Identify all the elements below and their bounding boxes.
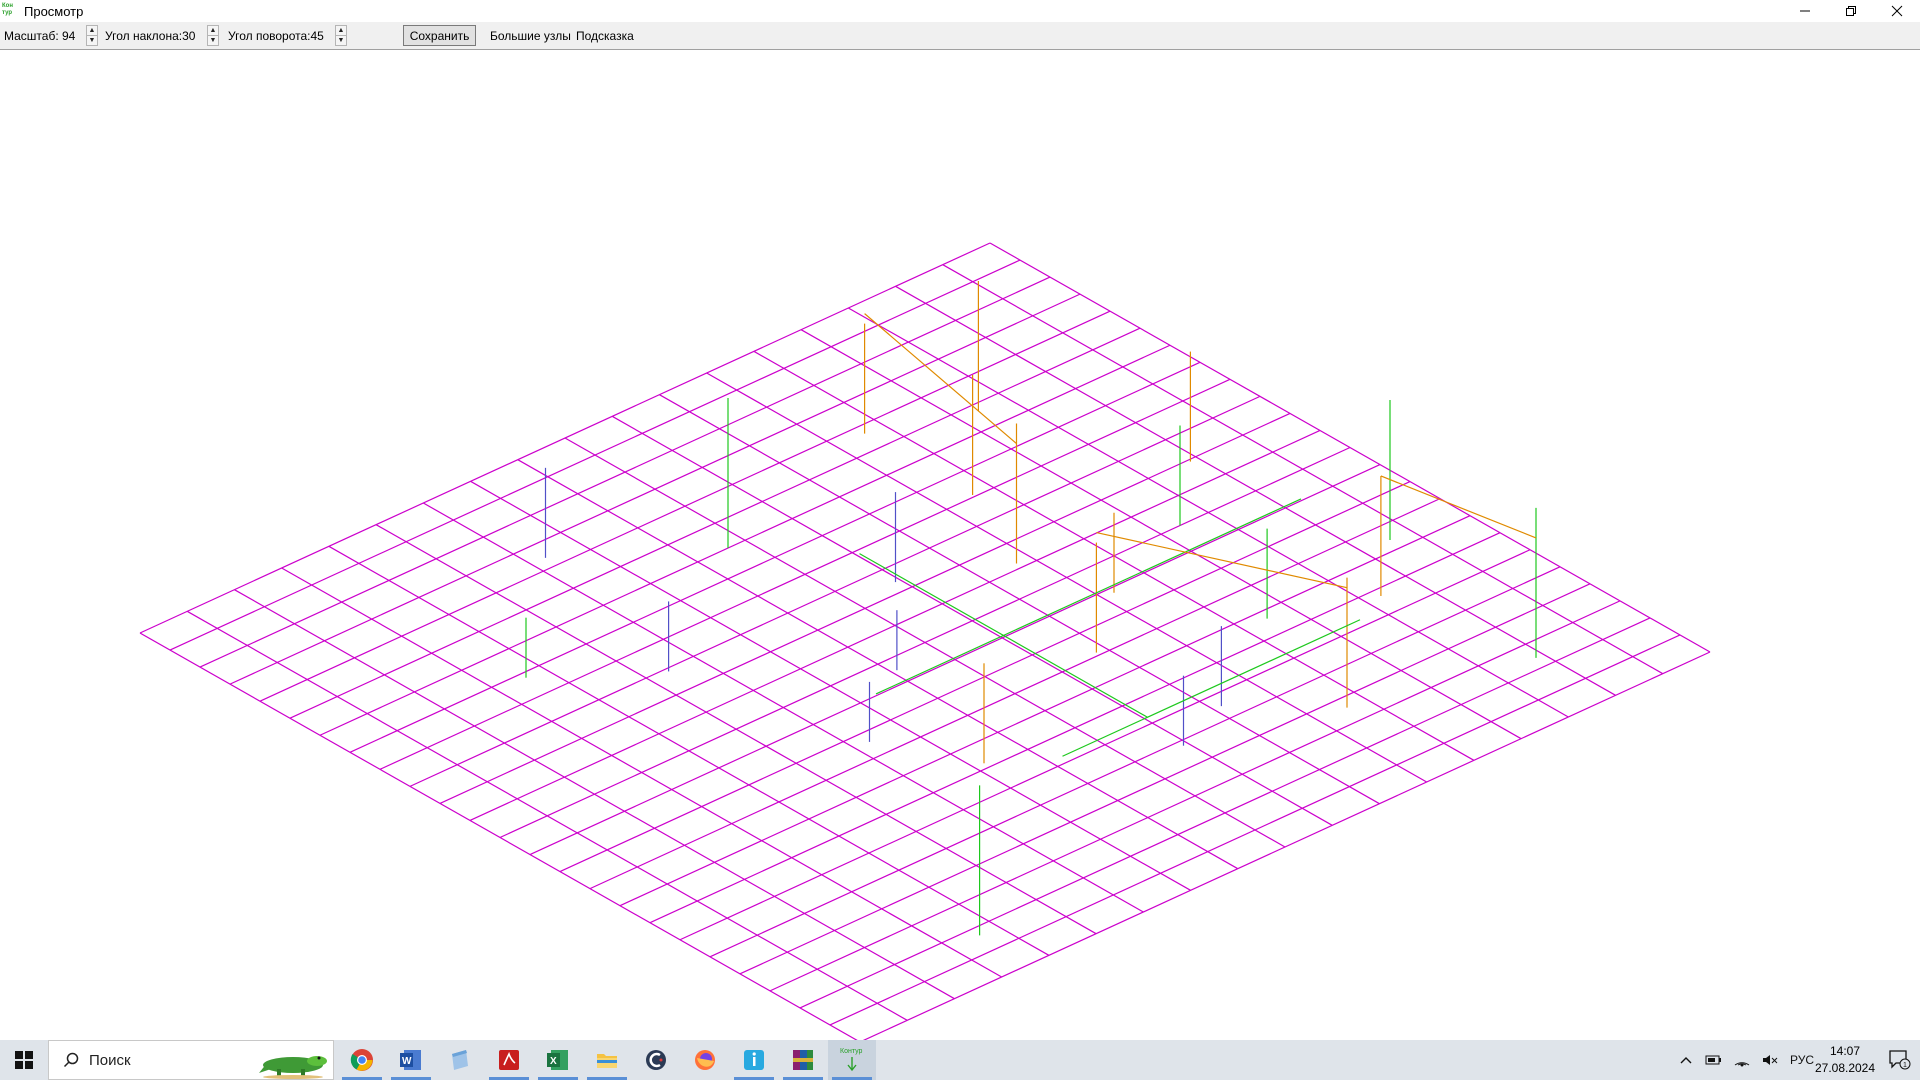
taskbar: Поиск W X Контур РУС 14:07 27.08.2024 1 xyxy=(0,1040,1920,1080)
rotation-label: Угол поворота:45 xyxy=(228,28,324,43)
restore-icon xyxy=(1846,6,1856,16)
grid-line xyxy=(375,524,1097,935)
clock-time: 14:07 xyxy=(1829,1044,1861,1058)
clock-date: 27.08.2024 xyxy=(1814,1061,1876,1075)
word-icon: W xyxy=(400,1050,421,1070)
window-title: Просмотр xyxy=(24,3,84,19)
spin-up-icon[interactable]: ▲ xyxy=(208,26,218,35)
tilt-spinner[interactable]: ▲ ▼ xyxy=(207,25,219,46)
start-button[interactable] xyxy=(0,1040,48,1080)
restore-button[interactable] xyxy=(1828,0,1874,22)
big-nodes-toggle[interactable]: Большие узлы xyxy=(490,22,571,49)
taskbar-app-explorer[interactable] xyxy=(583,1040,631,1080)
taskbar-app-excel[interactable]: X xyxy=(534,1040,582,1080)
grid-line xyxy=(564,437,1286,848)
isometric-pipe-drawing xyxy=(139,242,1711,1040)
toolbar: Масштаб: 94 ▲ ▼ Угол наклона:30 ▲ ▼ Угол… xyxy=(0,22,1920,50)
scale-label: Масштаб: 94 xyxy=(4,28,76,43)
spin-up-icon[interactable]: ▲ xyxy=(336,26,346,35)
notification-count: 1 xyxy=(1903,1062,1907,1069)
slab-outline-edge xyxy=(139,632,858,1040)
grid-line xyxy=(423,502,1144,913)
grid-line xyxy=(281,567,1002,978)
taskbar-app-notepad[interactable] xyxy=(436,1040,484,1080)
network-icon[interactable] xyxy=(1733,1053,1751,1067)
window-controls xyxy=(1782,0,1920,22)
taskbar-search[interactable]: Поиск xyxy=(48,1040,334,1080)
pipe-main xyxy=(875,498,1302,695)
title-bar: Кон тур Просмотр xyxy=(0,0,1920,22)
excel-icon: X xyxy=(547,1050,568,1070)
info-app-icon xyxy=(744,1050,764,1070)
app-logo-text-bottom: тур xyxy=(2,10,13,16)
acrobat-icon xyxy=(499,1050,519,1070)
folder-icon xyxy=(597,1054,617,1068)
spin-down-icon[interactable]: ▼ xyxy=(87,36,97,45)
ccleaner-icon xyxy=(646,1050,666,1070)
isometric-view-canvas[interactable] xyxy=(0,50,1920,1040)
grid-line xyxy=(706,372,1427,783)
taskbar-app-word[interactable]: W xyxy=(387,1040,435,1080)
tilt-label: Угол наклона:30 xyxy=(105,28,196,43)
battery-icon[interactable] xyxy=(1705,1053,1723,1067)
rotation-spinner[interactable]: ▲ ▼ xyxy=(335,25,347,46)
app-logo-text-top: Кон xyxy=(2,3,13,9)
taskbar-app-chrome[interactable] xyxy=(338,1040,386,1080)
grid-line xyxy=(800,329,1522,740)
taskbar-app-acrobat[interactable] xyxy=(485,1040,533,1080)
taskbar-app-firefox[interactable] xyxy=(681,1040,729,1080)
svg-text:W: W xyxy=(402,1056,412,1067)
grid-line xyxy=(659,394,1380,805)
grid-line xyxy=(848,307,1569,718)
taskbar-app-kontur[interactable]: Контур xyxy=(828,1040,876,1080)
winrar-icon xyxy=(793,1050,813,1070)
grid-line xyxy=(942,264,1664,675)
notepad-icon xyxy=(452,1050,468,1070)
minimize-button[interactable] xyxy=(1782,0,1828,22)
taskbar-clock[interactable]: 14:07 27.08.2024 xyxy=(1810,1043,1880,1077)
windows-logo-icon xyxy=(15,1051,33,1069)
grid-line xyxy=(328,545,1050,956)
taskbar-app-info[interactable] xyxy=(730,1040,778,1080)
close-button[interactable] xyxy=(1874,0,1920,22)
firefox-icon xyxy=(695,1050,715,1070)
spin-up-icon[interactable]: ▲ xyxy=(87,26,97,35)
chevron-up-icon[interactable] xyxy=(1679,1053,1693,1067)
hint-toggle[interactable]: Подсказка xyxy=(576,22,634,49)
chrome-icon xyxy=(350,1049,373,1071)
spin-down-icon[interactable]: ▼ xyxy=(336,36,346,45)
search-highlight-crocodile-icon xyxy=(259,1056,327,1079)
close-icon xyxy=(1891,5,1903,17)
svg-text:X: X xyxy=(550,1056,557,1067)
grid-line xyxy=(234,589,955,1000)
kontur-app-icon: Контур xyxy=(840,1048,863,1072)
search-icon xyxy=(63,1052,79,1068)
slab-outline-edge xyxy=(862,651,1711,1040)
minimize-icon xyxy=(1800,10,1810,12)
system-tray: РУС xyxy=(1672,1040,1820,1080)
pipe-overhead xyxy=(1380,475,1537,539)
grid-line xyxy=(186,610,908,1021)
spin-down-icon[interactable]: ▼ xyxy=(208,36,218,45)
grid-line xyxy=(895,285,1616,696)
pipe-main xyxy=(1062,619,1361,757)
scale-spinner[interactable]: ▲ ▼ xyxy=(86,25,98,46)
speaker-muted-icon[interactable] xyxy=(1761,1053,1779,1067)
search-placeholder: Поиск xyxy=(89,1051,131,1069)
save-button[interactable]: Сохранить xyxy=(403,25,476,46)
taskbar-app-ccleaner[interactable] xyxy=(632,1040,680,1080)
notification-button[interactable]: 1 xyxy=(1880,1040,1920,1080)
taskbar-app-winrar[interactable] xyxy=(779,1040,827,1080)
app-logo-icon: Кон тур xyxy=(2,3,18,19)
pipe-overhead xyxy=(1096,531,1348,589)
notification-icon: 1 xyxy=(1889,1050,1911,1070)
grid-line xyxy=(470,480,1191,891)
kontur-app-label: Контур xyxy=(840,1048,863,1055)
grid-line xyxy=(517,459,1239,870)
